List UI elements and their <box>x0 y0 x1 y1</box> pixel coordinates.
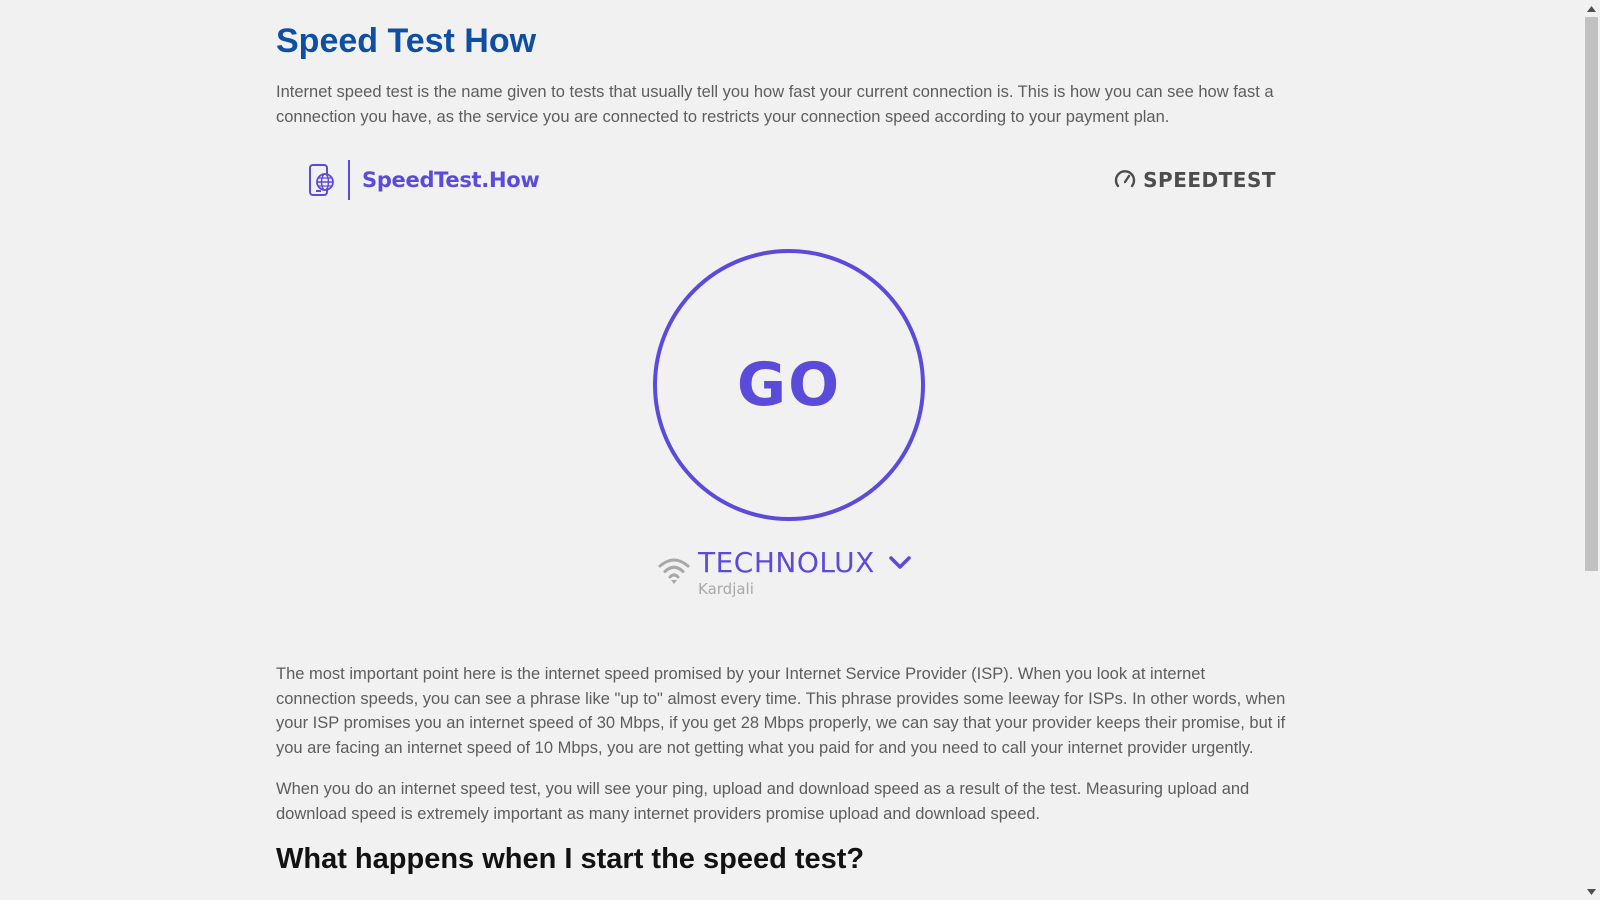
isp-info: TECHNOLUX Kardjali <box>698 546 913 598</box>
page: Speed Test How Internet speed test is th… <box>0 0 1600 900</box>
vertical-scrollbar[interactable] <box>1583 0 1600 900</box>
brand-logo[interactable]: SpeedTest.How <box>306 160 540 200</box>
scrollbar-thumb[interactable] <box>1585 17 1598 571</box>
chevron-down-icon[interactable] <box>887 553 913 573</box>
speedtest-logo-text: SPEEDTEST <box>1143 168 1276 192</box>
isp-row: TECHNOLUX <box>698 546 913 580</box>
scroll-down-arrow-icon[interactable] <box>1583 883 1600 900</box>
scroll-up-arrow-icon[interactable] <box>1583 0 1600 17</box>
isp-location: Kardjali <box>698 580 754 598</box>
article-paragraph-2: When you do an internet speed test, you … <box>276 780 1250 823</box>
intro-paragraph: Internet speed test is the name given to… <box>276 83 1274 126</box>
go-label: GO <box>736 350 842 420</box>
brand-divider <box>348 160 350 200</box>
page-title: Speed Test How <box>276 22 537 60</box>
speedometer-icon <box>1115 170 1136 188</box>
article-paragraph-1: The most important point here is the int… <box>276 665 1286 757</box>
phone-globe-icon <box>309 164 334 196</box>
brand-name: SpeedTest.How <box>362 168 540 192</box>
isp-selector[interactable]: TECHNOLUX Kardjali <box>658 546 913 598</box>
wifi-icon <box>658 558 690 584</box>
section-heading: What happens when I start the speed test… <box>276 843 865 875</box>
isp-name: TECHNOLUX <box>698 546 875 579</box>
speedtest-partner-logo[interactable]: SPEEDTEST <box>1113 168 1276 192</box>
go-button[interactable]: GO <box>653 249 925 521</box>
speedtest-widget: SpeedTest.How SPEEDTEST GO TECHNOLUX Kar… <box>276 150 1286 620</box>
